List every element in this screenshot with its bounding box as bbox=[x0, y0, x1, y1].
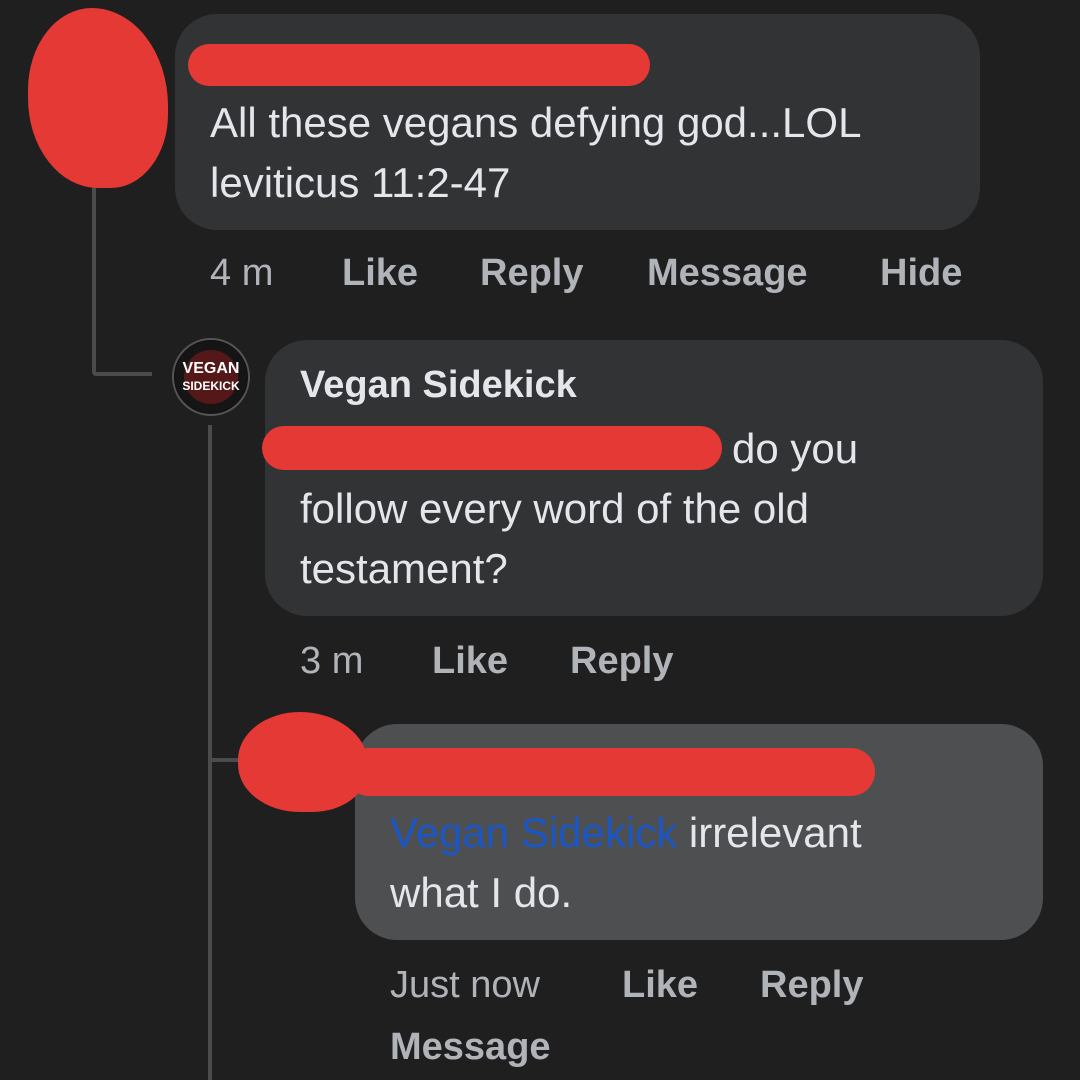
reply-button[interactable]: Reply bbox=[570, 640, 673, 683]
comment-3-text-line-1: Vegan Sidekick irrelevant bbox=[390, 802, 862, 864]
comment-3-text-line-2: what I do. bbox=[390, 869, 573, 916]
comment-1-text-line-1: All these vegans defying god...LOL bbox=[210, 99, 862, 146]
avatar[interactable]: VEGAN SIDEKICK bbox=[172, 338, 250, 416]
message-button[interactable]: Message bbox=[647, 252, 808, 295]
comment-3-text-rest: irrelevant bbox=[677, 809, 862, 856]
comment-3-time: Just now bbox=[390, 964, 540, 1006]
vegan-sidekick-logo-icon: VEGAN SIDEKICK bbox=[175, 341, 247, 413]
like-button[interactable]: Like bbox=[622, 964, 698, 1007]
comment-1-time: 4 m bbox=[210, 252, 274, 294]
reply-button[interactable]: Reply bbox=[480, 252, 583, 295]
svg-text:VEGAN: VEGAN bbox=[183, 360, 240, 377]
thread-line-reply bbox=[208, 425, 212, 1080]
comment-2-time: 3 m bbox=[300, 640, 364, 682]
mention-redaction bbox=[262, 426, 722, 470]
message-button[interactable]: Message bbox=[390, 1026, 551, 1069]
thread-line-elbow bbox=[92, 372, 152, 376]
comment-1-text-line-2: leviticus 11:2-47 bbox=[210, 159, 511, 206]
hide-button[interactable]: Hide bbox=[880, 252, 962, 295]
avatar-redaction bbox=[28, 8, 168, 188]
comment-2-author[interactable]: Vegan Sidekick bbox=[300, 364, 577, 407]
comment-2-text-line-2: follow every word of the old bbox=[300, 485, 809, 532]
author-redaction bbox=[345, 748, 875, 796]
like-button[interactable]: Like bbox=[342, 252, 418, 295]
comment-2-text-line-1: do you bbox=[732, 425, 859, 472]
svg-text:SIDEKICK: SIDEKICK bbox=[182, 379, 240, 393]
mention-link[interactable]: Vegan Sidekick bbox=[390, 809, 677, 856]
like-button[interactable]: Like bbox=[432, 640, 508, 683]
comment-2-text-line-3: testament? bbox=[300, 545, 508, 592]
author-redaction bbox=[188, 44, 650, 86]
reply-button[interactable]: Reply bbox=[760, 964, 863, 1007]
